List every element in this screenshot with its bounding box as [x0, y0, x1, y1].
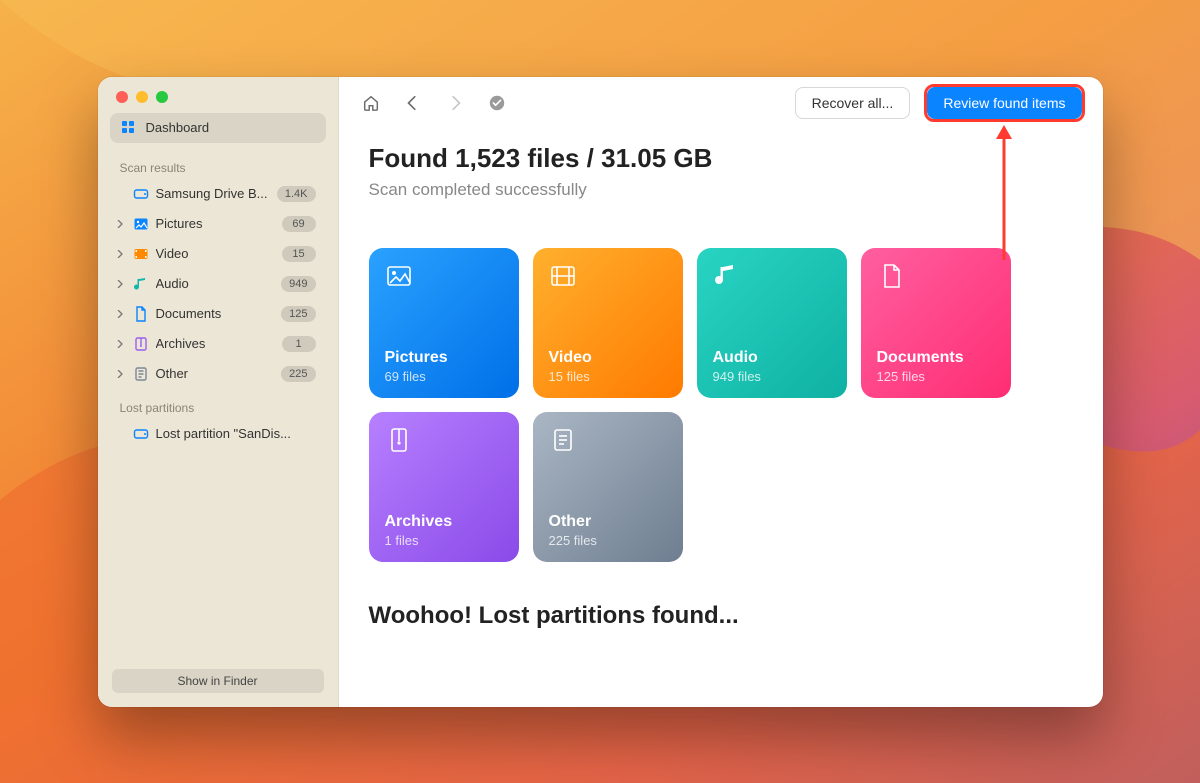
chevron-right-icon[interactable]	[116, 220, 126, 228]
sidebar-item-badge: 1	[282, 336, 316, 352]
tile-archives[interactable]: Archives 1 files	[369, 412, 519, 562]
tile-title: Audio	[713, 349, 831, 367]
sidebar-item-pictures[interactable]: Pictures 69	[110, 209, 326, 239]
chevron-right-icon[interactable]	[116, 250, 126, 258]
tile-subtitle: 949 files	[713, 369, 831, 384]
picture-icon	[385, 262, 413, 290]
chevron-right-icon[interactable]	[116, 340, 126, 348]
sidebar-item-dashboard[interactable]: Dashboard	[110, 113, 326, 143]
other-icon	[132, 365, 150, 383]
other-icon	[549, 426, 577, 454]
summary-subtitle: Scan completed successfully	[369, 180, 1073, 200]
content-area: Found 1,523 files / 31.05 GB Scan comple…	[339, 129, 1103, 630]
tile-other[interactable]: Other 225 files	[533, 412, 683, 562]
drive-icon	[132, 425, 150, 443]
sidebar-footer: Show in Finder	[98, 655, 338, 707]
sidebar-item-audio[interactable]: Audio 949	[110, 269, 326, 299]
sidebar-item-badge: 69	[282, 216, 316, 232]
video-icon	[549, 262, 577, 290]
sidebar-header-lost: Lost partitions	[98, 389, 338, 419]
archive-icon	[385, 426, 413, 454]
document-icon	[877, 262, 905, 290]
drive-badge: 1.4K	[277, 186, 316, 202]
video-icon	[132, 245, 150, 263]
sidebar-item-other[interactable]: Other 225	[110, 359, 326, 389]
sidebar-item-badge: 225	[281, 366, 315, 382]
sidebar-item-label: Other	[156, 366, 189, 381]
home-button[interactable]	[357, 89, 385, 117]
sidebar-header-results: Scan results	[98, 149, 338, 179]
tile-title: Video	[549, 349, 667, 367]
tile-subtitle: 225 files	[549, 533, 667, 548]
show-in-finder-button[interactable]: Show in Finder	[112, 669, 324, 693]
zoom-window-button[interactable]	[156, 91, 168, 103]
audio-icon	[713, 262, 741, 290]
chevron-right-icon[interactable]	[116, 370, 126, 378]
chevron-right-icon[interactable]	[116, 280, 126, 288]
sidebar-item-video[interactable]: Video 15	[110, 239, 326, 269]
drive-icon	[132, 185, 150, 203]
back-button[interactable]	[399, 89, 427, 117]
check-circle-icon[interactable]	[483, 89, 511, 117]
close-window-button[interactable]	[116, 91, 128, 103]
dashboard-label: Dashboard	[146, 120, 210, 135]
sidebar-item-drive[interactable]: Samsung Drive B... 1.4K	[110, 179, 326, 209]
review-highlight-annotation: Review found items	[924, 84, 1084, 122]
sidebar-item-label: Video	[156, 246, 189, 261]
tile-video[interactable]: Video 15 files	[533, 248, 683, 398]
toolbar: Recover all... Review found items	[339, 77, 1103, 129]
sidebar-item-label: Audio	[156, 276, 189, 291]
category-tiles: Pictures 69 files Video 15 files Audio 949 fi…	[369, 248, 1073, 562]
tile-title: Archives	[385, 513, 503, 531]
chevron-right-icon[interactable]	[116, 310, 126, 318]
tile-audio[interactable]: Audio 949 files	[697, 248, 847, 398]
arrow-up-annotation-icon	[994, 125, 1014, 265]
drive-label: Samsung Drive B...	[156, 186, 268, 201]
forward-button[interactable]	[441, 89, 469, 117]
dashboard-icon	[120, 119, 138, 137]
window-controls	[98, 77, 338, 113]
sidebar-item-archives[interactable]: Archives 1	[110, 329, 326, 359]
tile-title: Documents	[877, 349, 995, 367]
sidebar-item-badge: 15	[282, 246, 316, 262]
pictures-icon	[132, 215, 150, 233]
sidebar-item-label: Archives	[156, 336, 206, 351]
tile-pictures[interactable]: Pictures 69 files	[369, 248, 519, 398]
summary-title: Found 1,523 files / 31.05 GB	[369, 143, 1073, 174]
tile-subtitle: 69 files	[385, 369, 503, 384]
lost-partition-label: Lost partition "SanDis...	[156, 426, 291, 441]
tile-title: Other	[549, 513, 667, 531]
tile-subtitle: 125 files	[877, 369, 995, 384]
tile-subtitle: 15 files	[549, 369, 667, 384]
tile-documents[interactable]: Documents 125 files	[861, 248, 1011, 398]
tile-subtitle: 1 files	[385, 533, 503, 548]
document-icon	[132, 305, 150, 323]
review-found-items-button[interactable]: Review found items	[927, 87, 1081, 119]
tile-title: Pictures	[385, 349, 503, 367]
main-panel: Recover all... Review found items Found …	[339, 77, 1103, 707]
sidebar-item-badge: 125	[281, 306, 315, 322]
sidebar-item-label: Pictures	[156, 216, 203, 231]
sidebar-item-badge: 949	[281, 276, 315, 292]
sidebar-item-label: Documents	[156, 306, 222, 321]
app-window: Dashboard Scan results Samsung Drive B..…	[98, 77, 1103, 707]
minimize-window-button[interactable]	[136, 91, 148, 103]
lost-partitions-heading: Woohoo! Lost partitions found...	[369, 602, 1073, 630]
audio-icon	[132, 275, 150, 293]
sidebar: Dashboard Scan results Samsung Drive B..…	[98, 77, 339, 707]
recover-all-button[interactable]: Recover all...	[795, 87, 911, 119]
sidebar-item-lost-partition[interactable]: Lost partition "SanDis...	[110, 419, 326, 449]
archive-icon	[132, 335, 150, 353]
sidebar-item-documents[interactable]: Documents 125	[110, 299, 326, 329]
